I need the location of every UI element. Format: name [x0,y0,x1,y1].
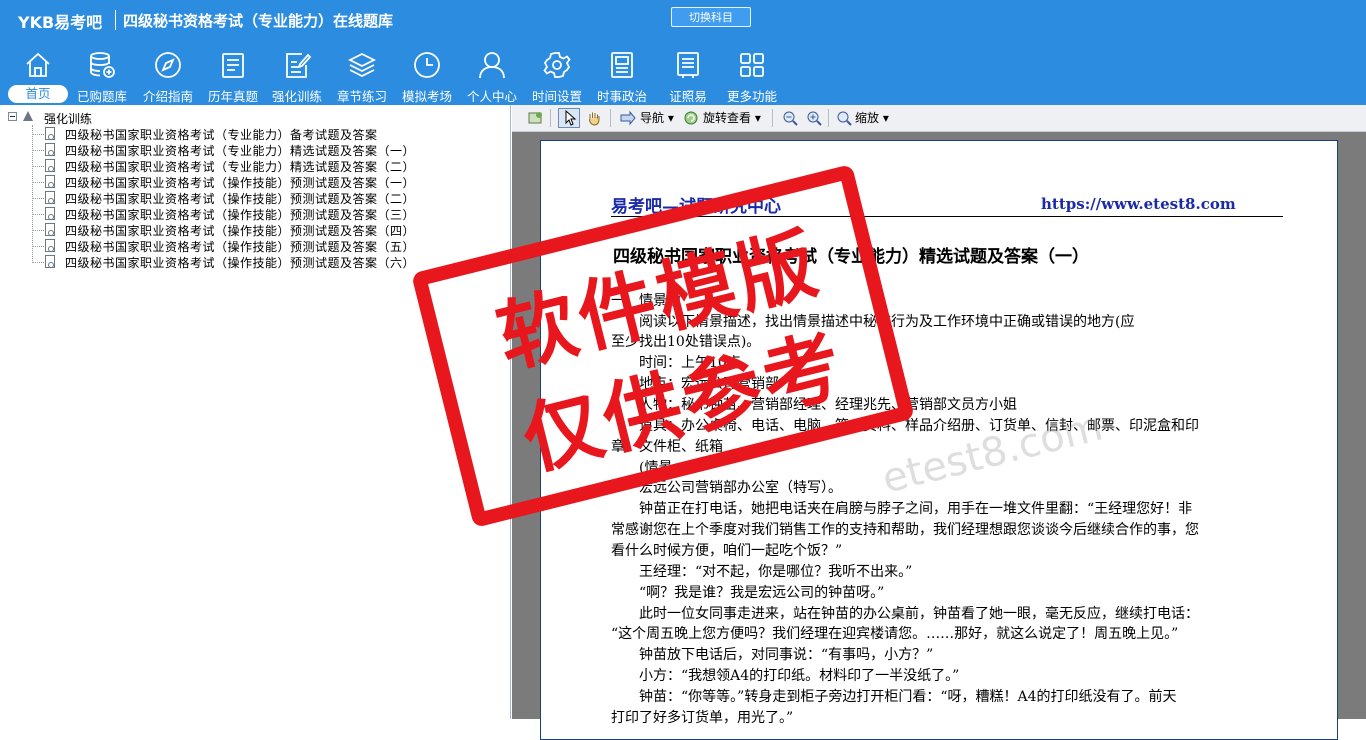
nav-item-past-exams[interactable]: 历年真题 [203,47,263,105]
switch-subject-button[interactable]: 切换科目 [671,7,751,27]
certificate-icon [677,52,699,78]
doc-line: 常感谢您在上个季度对我们销售工作的支持和帮助，我们经理想跟您谈谈今后继续合作的事… [611,522,1199,538]
sidebar-toggle-icon[interactable] [528,110,544,126]
database-icon [90,52,115,78]
home-icon [26,52,50,77]
tree-item-label: 四级秘书国家职业资格考试（操作技能）预测试题及答案（四） [65,224,416,238]
doc-line: 钟苗正在打电话，她把电话夹在肩膀与脖子之间，用手在一堆文件里翻：“王经理您好！非 [611,501,1193,517]
nav-item-purchased[interactable]: 已购题库 [72,47,132,105]
tree-root-label: 强化训练 [44,112,93,126]
tree-item-label: 四级秘书国家职业资格考试（操作技能）预测试题及答案（五） [65,240,416,254]
title-divider [115,10,116,30]
nav-label: 首页 [8,85,68,103]
document-icon [45,159,55,172]
question-tree: 强化训练 四级秘书国家职业资格考试（专业能力）备考试题及答案 四级秘书国家职业资… [0,105,511,719]
newspaper-icon [611,52,633,78]
app-logo: YKB易考吧 [18,13,103,32]
navigation-icon[interactable] [620,110,636,126]
doc-line: 此时一位女同事走进来，站在钟苗的办公桌前，钟苗看了她一眼，毫无反应，继续打电话： [611,606,1199,622]
document-icon [45,143,55,156]
document-icon [45,191,55,204]
rotate-dropdown[interactable]: 旋转查看 ▾ [703,109,761,127]
nav-item-mock-exam[interactable]: 模拟考场 [397,47,457,105]
tree-item-label: 四级秘书国家职业资格考试（专业能力）精选试题及答案（二） [65,160,416,174]
collapse-toggle-icon[interactable] [8,112,17,121]
compass-icon [155,52,181,78]
nav-label: 已购题库 [76,89,127,104]
doc-line: 钟苗放下电话后，对同事说：“有事吗，小方？” [611,647,934,663]
nav-item-guide[interactable]: 介绍指南 [138,47,198,105]
doc-line: 王经理：“对不起，你是哪位？我听不出来。” [611,564,913,580]
folder-icon [23,111,33,121]
nav-label: 更多功能 [726,89,777,104]
nav-item-current-affairs[interactable]: 时事政治 [592,47,652,105]
nav-label: 时间设置 [531,89,582,104]
nav-item-certificate[interactable]: 证照易 [658,47,718,105]
tree-item-label: 四级秘书国家职业资格考试（专业能力）备考试题及答案 [65,128,378,142]
navigation-dropdown[interactable]: 导航 ▾ [640,109,674,127]
document-icon [45,255,55,268]
nav-label: 介绍指南 [142,89,193,104]
select-tool-button[interactable] [558,108,580,128]
gear-icon [543,52,571,78]
nav-item-time-settings[interactable]: 时间设置 [527,47,587,105]
nav-label: 章节练习 [336,89,387,104]
hand-tool-icon[interactable] [586,110,602,126]
doc-line: “这个周五晚上您方便吗？我们经理在迎宾楼请您。……那好，就这么说定了！周五晚上见… [611,626,1179,642]
nav-label: 模拟考场 [401,89,452,104]
doc-line: 小方：“我想领A4的打印纸。材料印了一半没纸了。” [611,668,960,684]
tree-item-label: 四级秘书国家职业资格考试（专业能力）精选试题及答案（一） [65,144,416,158]
doc-line: 看什么时候方便，咱们一起吃个饭？” [611,543,843,559]
doc-line: 打印了好多订货单，用光了。” [611,710,794,726]
tree-item-label: 四级秘书国家职业资格考试（操作技能）预测试题及答案（六） [65,256,416,270]
edit-document-icon [286,53,312,78]
layers-icon [347,52,377,78]
document-icon [45,223,55,236]
document-icon [45,175,55,188]
nav-item-home[interactable]: 首页 [8,47,68,105]
document-icon [45,207,55,220]
nav-label: 强化训练 [271,89,322,104]
clock-icon [414,52,440,78]
grid-icon [740,53,764,77]
zoom-dropdown[interactable]: 缩放 ▾ [855,109,889,127]
nav-label: 证照易 [669,89,707,104]
document-icon [45,239,55,252]
tree-item-label: 四级秘书国家职业资格考试（操作技能）预测试题及答案（三） [65,208,416,222]
doc-line: 钟苗：“你等等。”转身走到柜子旁边打开柜门看：“呀，糟糕！A4的打印纸没有了。前… [611,689,1177,705]
nav-item-chapters[interactable]: 章节练习 [332,47,392,105]
viewer-toolbar: 导航 ▾ 旋转查看 ▾ 缩放 ▾ [512,105,1366,132]
zoom-in-icon[interactable] [806,110,822,126]
app-header: YKB易考吧 四级秘书资格考试（专业能力）在线题库 切换科目 首页 已购题库 介… [0,0,1366,105]
doc-header-url[interactable]: https://www.etest8.com [1041,195,1236,213]
doc-line: “啊？我是谁？我是宏远公司的钟苗呀。” [611,585,885,601]
nav-item-profile[interactable]: 个人中心 [462,47,522,105]
tree-item-label: 四级秘书国家职业资格考试（操作技能）预测试题及答案（一） [65,176,416,190]
user-icon [479,52,505,79]
rotate-icon[interactable] [683,110,699,126]
nav-item-intensive[interactable]: 强化训练 [267,47,327,105]
pointer-icon [565,110,577,126]
document-list-icon [222,53,244,78]
nav-label: 个人中心 [466,89,517,104]
zoom-out-icon[interactable] [782,110,798,126]
document-icon [45,127,55,140]
nav-item-more[interactable]: 更多功能 [722,47,782,105]
app-title: 四级秘书资格考试（专业能力）在线题库 [123,12,394,30]
tree-item-label: 四级秘书国家职业资格考试（操作技能）预测试题及答案（二） [65,192,416,206]
zoom-icon[interactable] [836,110,852,126]
nav-label: 历年真题 [207,89,258,104]
tree-guide-line [32,125,33,263]
nav-label: 时事政治 [596,89,647,104]
